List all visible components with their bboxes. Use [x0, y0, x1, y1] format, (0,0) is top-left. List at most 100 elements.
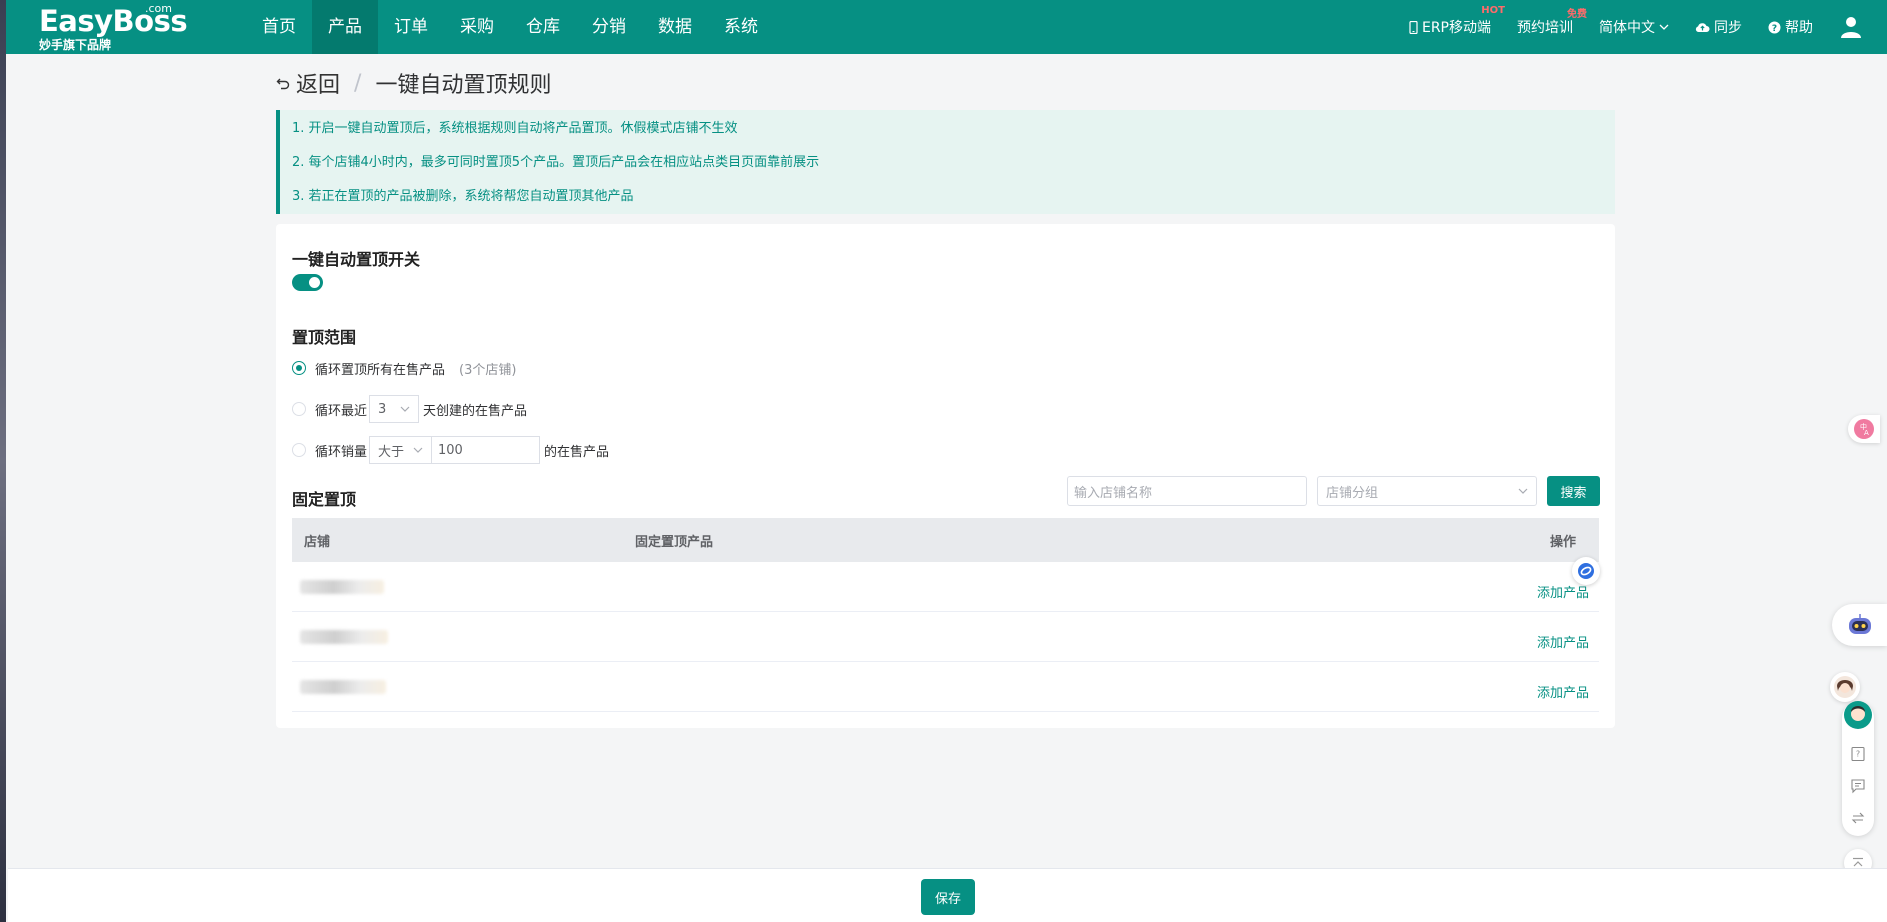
- help-icon: ?: [1768, 21, 1781, 34]
- page-title: 一键自动置顶规则: [375, 73, 552, 98]
- blurred-text: [300, 679, 386, 694]
- radio-sales[interactable]: [292, 443, 306, 457]
- svg-text:A: A: [1864, 429, 1869, 437]
- svg-text:?: ?: [1856, 750, 1860, 759]
- support-avatar-icon[interactable]: [1843, 700, 1873, 730]
- swirl-icon: [1578, 563, 1594, 579]
- logo-subtitle: 妙手旗下品牌: [39, 38, 112, 52]
- operator-value: 大于: [378, 444, 405, 460]
- switch-section-title: 一键自动置顶开关: [292, 250, 421, 269]
- nav-data[interactable]: 数据: [642, 0, 708, 54]
- training-link[interactable]: 预约培训 免费: [1517, 9, 1587, 37]
- shop-count-hint: (3个店铺): [459, 362, 517, 378]
- language-label: 简体中文: [1599, 20, 1655, 36]
- side-toolbar: ?: [1842, 700, 1874, 836]
- nav-order[interactable]: 订单: [378, 0, 444, 54]
- notice-line-2: 2. 每个店铺4小时内，最多可同时置顶5个产品。置顶后产品会在相应站点类目页面靠…: [292, 155, 820, 170]
- notice-line-1: 1. 开启一键自动置顶后，系统根据规则自动将产品置顶。休假模式店铺不生效: [292, 121, 738, 136]
- breadcrumb-separator: /: [354, 70, 362, 96]
- option-sales-suffix: 的在售产品: [544, 444, 610, 460]
- training-label: 预约培训: [1517, 20, 1573, 36]
- erp-mobile-label: ERP移动端: [1421, 20, 1491, 36]
- language-select[interactable]: 简体中文: [1599, 17, 1669, 37]
- sync-button[interactable]: 同步: [1695, 17, 1742, 37]
- help-button[interactable]: ? 帮助: [1768, 17, 1813, 37]
- nav-distribution[interactable]: 分销: [576, 0, 642, 54]
- message-icon[interactable]: [1850, 778, 1866, 794]
- option-all-label: 循环置顶所有在售产品: [315, 362, 446, 378]
- chevron-down-icon: [1659, 24, 1669, 30]
- nav-product[interactable]: 产品: [312, 0, 378, 54]
- shop-name-redacted: [292, 629, 635, 644]
- top-navbar: EasyBoss .com 妙手旗下品牌 首页 产品 订单 采购 仓库 分销 数…: [6, 0, 1887, 54]
- table-row: 添加产品: [292, 612, 1599, 662]
- customer-service-avatar[interactable]: [1830, 672, 1860, 702]
- table-row: 添加产品: [292, 562, 1599, 612]
- operator-select[interactable]: 大于: [369, 436, 433, 464]
- option-recent-prefix: 循环最近: [315, 403, 368, 419]
- blurred-text: [300, 629, 388, 644]
- erp-mobile-link[interactable]: ERP移动端 HOT: [1409, 5, 1505, 37]
- back-arrow-icon: [276, 78, 290, 90]
- shop-name-redacted: [292, 579, 635, 594]
- add-product-link[interactable]: 添加产品: [1527, 622, 1599, 651]
- translate-button[interactable]: 中A: [1848, 415, 1880, 443]
- scope-section-title: 置顶范围: [292, 328, 357, 347]
- option-sales-prefix: 循环销量: [315, 444, 368, 460]
- switch-knob: [309, 277, 320, 288]
- sales-value-input[interactable]: 100: [432, 436, 541, 464]
- floating-assistant-button[interactable]: [1572, 557, 1600, 585]
- chevron-down-icon: [413, 447, 423, 453]
- fixed-search-bar: 输入店铺名称 店铺分组 搜索: [1067, 476, 1600, 506]
- agent-avatar-icon: [1834, 676, 1856, 698]
- sales-value: 100: [438, 442, 463, 458]
- auto-top-switch[interactable]: [292, 274, 323, 291]
- back-label: 返回: [296, 73, 341, 98]
- shop-name-placeholder: 输入店铺名称: [1074, 485, 1153, 501]
- free-badge: 免费: [1567, 9, 1587, 20]
- bottom-action-bar: 保存: [8, 868, 1887, 922]
- info-notice: 1. 开启一键自动置顶后，系统根据规则自动将产品置顶。休假模式店铺不生效 2. …: [276, 110, 1615, 214]
- fixed-top-table: 店铺 固定置顶产品 操作 添加产品 添加产品 添加产品: [292, 518, 1599, 712]
- col-product: 固定置顶产品: [635, 534, 714, 550]
- nav-system[interactable]: 系统: [708, 0, 774, 54]
- days-value: 3: [378, 401, 387, 417]
- shop-group-placeholder: 店铺分组: [1326, 485, 1379, 501]
- radio-all[interactable]: [292, 361, 306, 375]
- logo-com-text: .com: [145, 2, 172, 15]
- days-select[interactable]: 3: [369, 395, 420, 423]
- svg-text:?: ?: [1772, 24, 1777, 34]
- top-right-menu: ERP移动端 HOT 预约培训 免费 简体中文 同步 ? 帮助: [1409, 0, 1887, 54]
- nav-home[interactable]: 首页: [246, 0, 312, 54]
- nav-warehouse[interactable]: 仓库: [510, 0, 576, 54]
- sync-label: 同步: [1714, 20, 1742, 36]
- question-doc-icon[interactable]: ?: [1850, 746, 1866, 762]
- exchange-icon[interactable]: [1850, 810, 1866, 826]
- search-button[interactable]: 搜索: [1547, 476, 1600, 506]
- fixed-section-title: 固定置顶: [292, 490, 357, 509]
- scope-option-recent: 循环最近 3 天创建的在售产品: [292, 395, 527, 423]
- radio-recent[interactable]: [292, 402, 306, 416]
- cloud-upload-icon: [1695, 23, 1710, 33]
- window-edge: [0, 0, 6, 922]
- option-recent-suffix: 天创建的在售产品: [423, 403, 528, 419]
- logo[interactable]: EasyBoss .com 妙手旗下品牌: [39, 2, 188, 52]
- back-button[interactable]: 返回: [276, 67, 340, 99]
- user-avatar-icon[interactable]: [1839, 15, 1863, 39]
- ai-robot-button[interactable]: [1832, 604, 1887, 646]
- scope-option-all: 循环置顶所有在售产品 (3个店铺): [292, 354, 516, 382]
- shop-name-input[interactable]: 输入店铺名称: [1067, 476, 1307, 506]
- main-nav: 首页 产品 订单 采购 仓库 分销 数据 系统: [246, 0, 774, 54]
- robot-icon: [1848, 614, 1871, 634]
- nav-purchase[interactable]: 采购: [444, 0, 510, 54]
- col-shop: 店铺: [304, 534, 331, 550]
- chevron-down-icon: [1518, 488, 1528, 494]
- scope-option-sales: 循环销量 大于 100 的在售产品: [292, 436, 609, 464]
- save-button[interactable]: 保存: [921, 879, 975, 915]
- table-row: 添加产品: [292, 662, 1599, 712]
- breadcrumb: 返回 / 一键自动置顶规则: [276, 68, 551, 98]
- blurred-text: [300, 579, 384, 594]
- shop-group-select[interactable]: 店铺分组: [1317, 476, 1537, 506]
- chevron-down-icon: [400, 406, 410, 412]
- add-product-link[interactable]: 添加产品: [1527, 672, 1599, 701]
